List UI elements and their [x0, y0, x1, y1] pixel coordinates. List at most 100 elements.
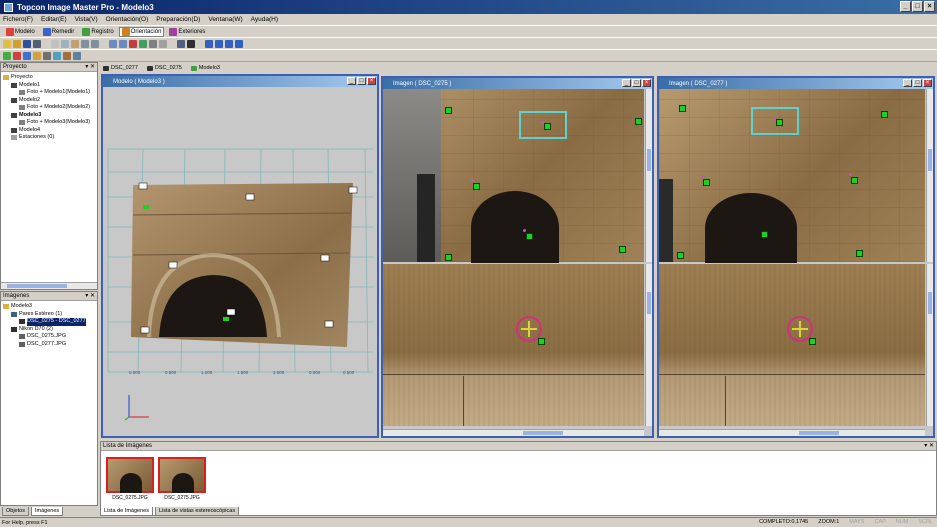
- save-icon[interactable]: [23, 39, 31, 48]
- marker[interactable]: [677, 252, 684, 259]
- add-point-icon[interactable]: [3, 51, 11, 60]
- marker[interactable]: [856, 250, 863, 257]
- view-close-button[interactable]: ×: [923, 79, 932, 87]
- marker[interactable]: [635, 118, 642, 125]
- model-view[interactable]: Modelo ( Modelo3 ) _ □ × 0.000 0.500 1.0…: [101, 74, 379, 438]
- layout-single-icon[interactable]: [205, 39, 213, 48]
- image-zoom-left[interactable]: [383, 264, 644, 426]
- marker[interactable]: [544, 123, 551, 130]
- measure-icon[interactable]: [23, 51, 31, 60]
- doc-tab-dsc0277[interactable]: DSC_0277: [100, 65, 141, 71]
- tree-item[interactable]: Nikon D70 (2): [3, 326, 95, 334]
- tree-item[interactable]: Modelo1: [3, 82, 95, 90]
- image-overview-left[interactable]: [383, 89, 644, 263]
- view-maximize-button[interactable]: □: [357, 77, 366, 85]
- redo-icon[interactable]: [91, 39, 99, 48]
- tree-item[interactable]: Estaciones (0): [3, 134, 95, 142]
- zoom-out-icon[interactable]: [119, 39, 127, 48]
- marker[interactable]: [473, 183, 480, 190]
- rotate-icon[interactable]: [139, 39, 147, 48]
- marker[interactable]: [809, 338, 816, 345]
- paste-icon[interactable]: [71, 39, 79, 48]
- mode-exteriors-button[interactable]: Exteriores: [166, 27, 208, 37]
- view-maximize-button[interactable]: □: [913, 79, 922, 87]
- settings-icon[interactable]: [43, 51, 51, 60]
- marker[interactable]: [619, 246, 626, 253]
- mode-orientation-button[interactable]: Orientación: [118, 26, 165, 37]
- overview-scrollbar[interactable]: [645, 89, 652, 262]
- open-icon[interactable]: [13, 39, 21, 48]
- minimize-button[interactable]: _: [900, 1, 911, 12]
- project-panel-scrollbar[interactable]: [1, 282, 97, 289]
- marker[interactable]: [538, 338, 545, 345]
- tree-item[interactable]: Pares Estéreo (1): [3, 311, 95, 319]
- image-zoom-right[interactable]: [659, 264, 925, 426]
- mode-registration-button[interactable]: Registro: [79, 27, 116, 37]
- zoom-in-icon[interactable]: [109, 39, 117, 48]
- tab-stereo-list[interactable]: Lista de vistas estereoscópicas: [154, 507, 240, 516]
- marker[interactable]: [445, 254, 452, 261]
- view-minimize-button[interactable]: _: [903, 79, 912, 87]
- menu-orientation[interactable]: Orientación(O): [106, 16, 149, 23]
- pan-icon[interactable]: [129, 39, 137, 48]
- maximize-button[interactable]: □: [912, 1, 923, 12]
- menu-view[interactable]: Vista(V): [75, 16, 98, 23]
- selection-box[interactable]: [519, 111, 567, 139]
- mode-model-button[interactable]: Modelo: [3, 27, 38, 37]
- panel-close-icon[interactable]: ▾ ✕: [85, 63, 95, 70]
- menu-file[interactable]: Fichero(F): [3, 16, 33, 23]
- marker[interactable]: [679, 105, 686, 112]
- marker[interactable]: [526, 233, 533, 240]
- tree-item[interactable]: DSC_0275.JPG: [3, 333, 95, 341]
- view-close-button[interactable]: ×: [367, 77, 376, 85]
- tab-image-list[interactable]: Lista de Imágenes: [100, 507, 153, 516]
- marker[interactable]: [851, 177, 858, 184]
- tree-item[interactable]: Modelo3: [3, 112, 95, 120]
- image-view-right[interactable]: Imagen ( DSC_0277 ) _ □ ×: [657, 76, 935, 438]
- tree-item[interactable]: Modelo3: [3, 303, 95, 311]
- marker[interactable]: [703, 179, 710, 186]
- panel-close-icon[interactable]: ▾ ✕: [924, 442, 934, 449]
- undo-icon[interactable]: [81, 39, 89, 48]
- zoom-scrollbar-h[interactable]: [659, 429, 925, 436]
- delete-point-icon[interactable]: [13, 51, 21, 60]
- view-close-button[interactable]: ×: [642, 79, 651, 87]
- panel-close-icon[interactable]: ▾ ✕: [85, 292, 95, 299]
- mode-remeasure-button[interactable]: Remedir: [40, 27, 78, 37]
- view-minimize-button[interactable]: _: [347, 77, 356, 85]
- tree-item[interactable]: Foto + Modelo2(Modelo2): [3, 104, 95, 112]
- image-icon[interactable]: [63, 51, 71, 60]
- close-button[interactable]: ×: [924, 1, 935, 12]
- image-overview-right[interactable]: [659, 89, 925, 263]
- zoom-scrollbar-v[interactable]: [645, 264, 652, 426]
- select-icon[interactable]: [159, 39, 167, 48]
- zoom-scrollbar-v[interactable]: [926, 264, 933, 426]
- view-maximize-button[interactable]: □: [632, 79, 641, 87]
- grid-icon[interactable]: [177, 39, 185, 48]
- tree-item[interactable]: Foto + Modelo1(Modelo1): [3, 89, 95, 97]
- tree-item[interactable]: DSC_0277.JPG: [3, 341, 95, 349]
- copy-icon[interactable]: [61, 39, 69, 48]
- new-icon[interactable]: [3, 39, 11, 48]
- tab-objects[interactable]: Objetos: [2, 507, 29, 516]
- menu-window[interactable]: Ventana(W): [208, 16, 242, 23]
- layout-triple-icon[interactable]: [225, 39, 233, 48]
- marker[interactable]: [445, 107, 452, 114]
- target-icon[interactable]: [53, 51, 61, 60]
- overview-scrollbar[interactable]: [926, 89, 933, 262]
- menu-help[interactable]: Ayuda(H): [251, 16, 278, 23]
- image-thumbnail[interactable]: [106, 457, 154, 493]
- selection-box[interactable]: [751, 107, 799, 135]
- fit-icon[interactable]: [149, 39, 157, 48]
- layout-double-icon[interactable]: [215, 39, 223, 48]
- image-thumbnail[interactable]: [158, 457, 206, 493]
- print-icon[interactable]: [33, 39, 41, 48]
- marker[interactable]: [881, 111, 888, 118]
- tab-images[interactable]: Imágenes: [30, 507, 64, 516]
- marker[interactable]: [776, 119, 783, 126]
- link-icon[interactable]: [33, 51, 41, 60]
- menu-edit[interactable]: Editar(E): [41, 16, 67, 23]
- display-icon[interactable]: [187, 39, 195, 48]
- cut-icon[interactable]: [51, 39, 59, 48]
- tree-item[interactable]: Modelo2: [3, 97, 95, 105]
